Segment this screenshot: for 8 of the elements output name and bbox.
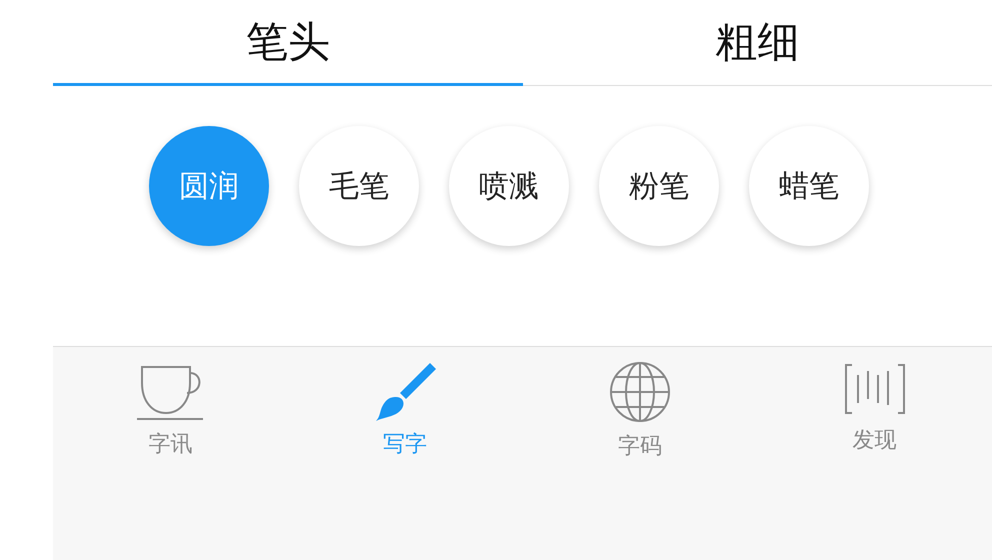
brush-option[interactable]: 粉笔 (599, 126, 719, 246)
tab[interactable]: 笔头 (53, 0, 522, 86)
brush-option[interactable]: 毛笔 (299, 126, 419, 246)
brush-option[interactable]: 喷溅 (449, 126, 569, 246)
globe-icon (608, 361, 671, 423)
barcode-scan-icon (844, 361, 906, 417)
tab[interactable]: 粗细 (522, 0, 992, 86)
brush-option[interactable]: 蜡笔 (749, 126, 869, 246)
